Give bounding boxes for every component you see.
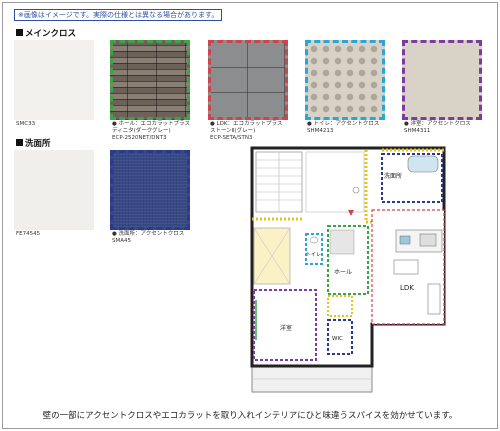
square-bullet-icon <box>16 29 23 36</box>
caption-toilet-1: ● トイレ：アクセントクロス <box>307 121 380 127</box>
caption-washroom-accent-1: ● 洗面所：アクセントクロス <box>112 231 185 237</box>
caption-western-1: ● 洋室：アクセントクロス <box>404 121 471 127</box>
toilet-icon <box>309 236 319 244</box>
disclaimer-notice: ※画像はイメージです。実際の仕様とは異なる場合があります。 <box>14 9 223 21</box>
swatch-washroom-accent <box>110 150 190 230</box>
plan-label-hall: ホール <box>334 269 352 276</box>
section-title-main-cloth: メインクロス <box>16 29 76 39</box>
swatch-western-cloth <box>402 40 482 120</box>
caption-hall-2: ディニタ(ダークグレー) <box>112 128 171 134</box>
section-title-main-cloth-text: メインクロス <box>25 29 77 39</box>
caption-smc33: SMC33 <box>16 121 36 127</box>
plan-label-western: 洋室 <box>280 324 292 332</box>
caption-toilet-2: SHM4213 <box>307 128 334 134</box>
plan-label-toilet: トイレ <box>306 252 321 258</box>
hall-storage <box>329 229 355 255</box>
section-title-washroom-text: 洗面所 <box>25 139 51 149</box>
plan-label-ldk: LDK <box>400 284 414 292</box>
sofa <box>427 283 441 315</box>
square-bullet-icon <box>16 139 23 146</box>
plan-label-washroom: 洗面所 <box>384 172 402 180</box>
caption-fe74545: FE74545 <box>16 231 41 237</box>
staircase <box>255 151 303 213</box>
caption-hall-1: ● ホール：エコカラットプラス <box>112 121 190 127</box>
caption-hall-3: ECP-2520NET/DNT3 <box>112 135 167 141</box>
swatch-fe74545 <box>14 150 94 230</box>
floor-plan: 洗面所 LDK トイレ ホール 洋室 WIC <box>244 144 452 397</box>
swatch-hall-stone <box>110 40 190 120</box>
caption-ldk-3: ECP-SETA/STN3 <box>210 135 253 141</box>
swatch-toilet-cloth <box>305 40 385 120</box>
plan-label-wic: WIC <box>332 336 343 342</box>
section-title-washroom: 洗面所 <box>16 139 51 149</box>
swatch-smc33 <box>14 40 94 120</box>
caption-western-2: SHM4311 <box>404 128 431 134</box>
caption-ldk-2: ストーンⅡ(グレー) <box>210 128 256 134</box>
caption-ldk-1: ● LDK：エコカラットプラス <box>210 121 283 127</box>
footer-caption: 壁の一部にアクセントクロスやエコカラットを取り入れインテリアにひと味違うスパイス… <box>42 411 458 421</box>
swatch-ldk-stone <box>208 40 288 120</box>
bathtub-icon <box>407 155 439 173</box>
caption-washroom-accent-2: SMA45 <box>112 238 131 244</box>
entrance-area <box>305 151 365 213</box>
hall-lower-zone <box>327 295 353 317</box>
dining-table <box>393 259 419 275</box>
